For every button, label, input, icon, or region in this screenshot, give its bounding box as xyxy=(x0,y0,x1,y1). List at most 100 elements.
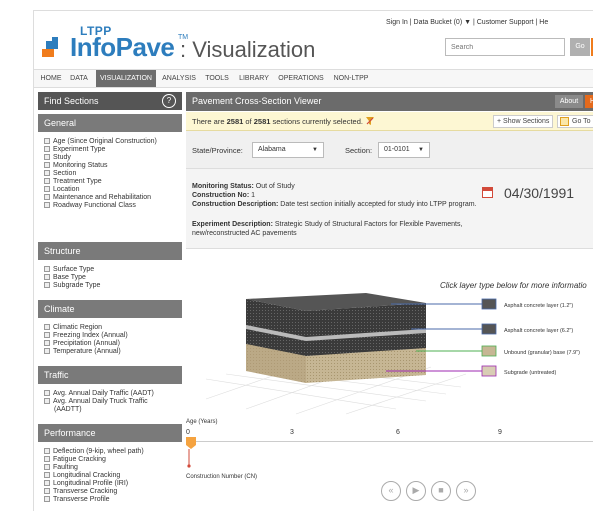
layer-label-1[interactable]: Asphalt concrete layer (1.2") xyxy=(504,303,573,309)
checkbox[interactable] xyxy=(44,480,50,486)
logo[interactable]: LTPP InfoPave TM : Visualization xyxy=(42,19,322,69)
layer-label-2[interactable]: Asphalt concrete layer (6.2") xyxy=(504,328,573,334)
play-icon[interactable]: ▶ xyxy=(406,481,426,501)
show-sections-button[interactable]: + Show Sections xyxy=(493,115,553,128)
filter-study[interactable]: Study xyxy=(44,154,71,162)
filter-precipitation[interactable]: Precipitation (Annual) xyxy=(44,340,120,348)
filter-treatment-type[interactable]: Treatment Type xyxy=(44,178,102,186)
filter-iri[interactable]: Longitudinal Profile (IRI) xyxy=(44,480,128,488)
checkbox[interactable] xyxy=(44,472,50,478)
pavement-block[interactable] xyxy=(246,293,426,383)
cross-section-canvas: Asphalt concrete layer (1.2") Asphalt co… xyxy=(205,293,580,415)
filter-surface-type[interactable]: Surface Type xyxy=(44,266,94,274)
filter-age[interactable]: Age (Since Original Construction) xyxy=(44,138,157,146)
filter-transverse-profile[interactable]: Transverse Profile xyxy=(44,496,110,504)
checkbox[interactable] xyxy=(44,266,50,272)
state-select[interactable]: Alabama ▼ xyxy=(252,142,324,158)
checkbox[interactable] xyxy=(44,186,50,192)
go-to-button[interactable]: Go To xyxy=(557,115,593,128)
rewind-icon[interactable]: « xyxy=(381,481,401,501)
filter-deflection[interactable]: Deflection (9-kip, wheel path) xyxy=(44,448,144,456)
checkbox[interactable] xyxy=(44,274,50,280)
filter-subgrade-type[interactable]: Subgrade Type xyxy=(44,282,100,290)
group-performance[interactable]: Performance xyxy=(38,424,182,442)
checkbox[interactable] xyxy=(44,170,50,176)
total-count: 2581 xyxy=(253,117,271,126)
nav-data[interactable]: DATA xyxy=(66,70,92,87)
filter-label: Treatment Type xyxy=(53,178,102,185)
timeline-track[interactable] xyxy=(186,441,593,453)
filter-longitudinal-cracking[interactable]: Longitudinal Cracking xyxy=(44,472,120,480)
construction-desc-value: Date test section initially accepted for… xyxy=(280,201,477,208)
filter-aadtt-cont: (AADTT) xyxy=(54,406,82,413)
filter-base-type[interactable]: Base Type xyxy=(44,274,86,282)
fast-forward-icon[interactable]: » xyxy=(456,481,476,501)
nav-library[interactable]: LIBRARY xyxy=(237,70,271,87)
checkbox[interactable] xyxy=(44,496,50,502)
filter-section[interactable]: Section xyxy=(44,170,76,178)
checkbox[interactable] xyxy=(44,178,50,184)
checkbox[interactable] xyxy=(44,282,50,288)
group-climate[interactable]: Climate xyxy=(38,300,182,318)
checkbox[interactable] xyxy=(44,162,50,168)
filter-climatic-region[interactable]: Climatic Region xyxy=(44,324,102,332)
top-links: Sign In | Data Bucket (0) ▼ | Customer S… xyxy=(386,19,549,26)
checkbox[interactable] xyxy=(44,390,50,396)
help-icon[interactable]: ? xyxy=(162,94,176,108)
checkbox[interactable] xyxy=(44,146,50,152)
filter-freezing-index[interactable]: Freezing Index (Annual) xyxy=(44,332,128,340)
group-structure[interactable]: Structure xyxy=(38,242,182,260)
sign-in-link[interactable]: Sign In xyxy=(386,19,408,26)
nav-tools[interactable]: TOOLS xyxy=(202,70,232,87)
checkbox[interactable] xyxy=(44,194,50,200)
checkbox[interactable] xyxy=(44,324,50,330)
filter-label: Base Type xyxy=(53,274,86,281)
calendar-icon[interactable] xyxy=(482,187,493,198)
filter-maintenance[interactable]: Maintenance and Rehabilitation xyxy=(44,194,151,202)
filter-clear-icon[interactable] xyxy=(365,117,374,125)
filter-location[interactable]: Location xyxy=(44,186,79,194)
layer-label-3[interactable]: Unbound (granular) base (7.9") xyxy=(504,350,580,356)
nav-visualization[interactable]: VISUALIZATION xyxy=(96,70,156,87)
checkbox[interactable] xyxy=(44,464,50,470)
help-link[interactable]: He xyxy=(539,19,548,26)
checkbox[interactable] xyxy=(44,340,50,346)
filter-aadt[interactable]: Avg. Annual Daily Traffic (AADT) xyxy=(44,390,154,398)
filter-faulting[interactable]: Faulting xyxy=(44,464,78,472)
search-input[interactable] xyxy=(445,38,565,56)
filter-roadway-class[interactable]: Roadway Functional Class xyxy=(44,202,136,210)
about-button[interactable]: About xyxy=(555,95,583,108)
customer-support-link[interactable]: Customer Support xyxy=(477,19,534,26)
layer-label-4[interactable]: Subgrade (untreated) xyxy=(504,370,556,376)
checkbox[interactable] xyxy=(44,488,50,494)
timeline-handle[interactable] xyxy=(186,435,198,475)
filter-experiment-type[interactable]: Experiment Type xyxy=(44,146,105,154)
nav-operations[interactable]: OPERATIONS xyxy=(276,70,326,87)
checkbox[interactable] xyxy=(44,332,50,338)
filter-fatigue[interactable]: Fatigue Cracking xyxy=(44,456,106,464)
nav-analysis[interactable]: ANALYSIS xyxy=(160,70,198,87)
stop-icon[interactable]: ■ xyxy=(431,481,451,501)
checkbox[interactable] xyxy=(44,202,50,208)
go-button[interactable]: Go xyxy=(570,38,590,56)
checkbox[interactable] xyxy=(44,138,50,144)
filter-transverse-cracking[interactable]: Transverse Cracking xyxy=(44,488,117,496)
filter-temperature[interactable]: Temperature (Annual) xyxy=(44,348,121,356)
chevron-down-icon: ▼ xyxy=(312,147,318,153)
checkbox[interactable] xyxy=(44,348,50,354)
nav-home[interactable]: HOME xyxy=(38,70,64,87)
group-general[interactable]: General xyxy=(38,114,182,132)
checkbox[interactable] xyxy=(44,398,50,404)
checkbox[interactable] xyxy=(44,448,50,454)
nav-non-ltpp[interactable]: NON-LTPP xyxy=(331,70,371,87)
checkbox[interactable] xyxy=(44,456,50,462)
filter-aadtt[interactable]: Avg. Annual Daily Truck Traffic xyxy=(44,398,148,406)
section-select[interactable]: 01-0101 ▼ xyxy=(378,142,430,158)
checkbox[interactable] xyxy=(44,154,50,160)
calendar-top xyxy=(483,188,492,191)
group-traffic[interactable]: Traffic xyxy=(38,366,182,384)
help-tour-button[interactable]: Help Tou xyxy=(585,95,593,108)
filter-label: Location xyxy=(53,186,80,193)
data-bucket-link[interactable]: Data Bucket (0) ▼ xyxy=(414,19,472,26)
filter-monitoring-status[interactable]: Monitoring Status xyxy=(44,162,107,170)
